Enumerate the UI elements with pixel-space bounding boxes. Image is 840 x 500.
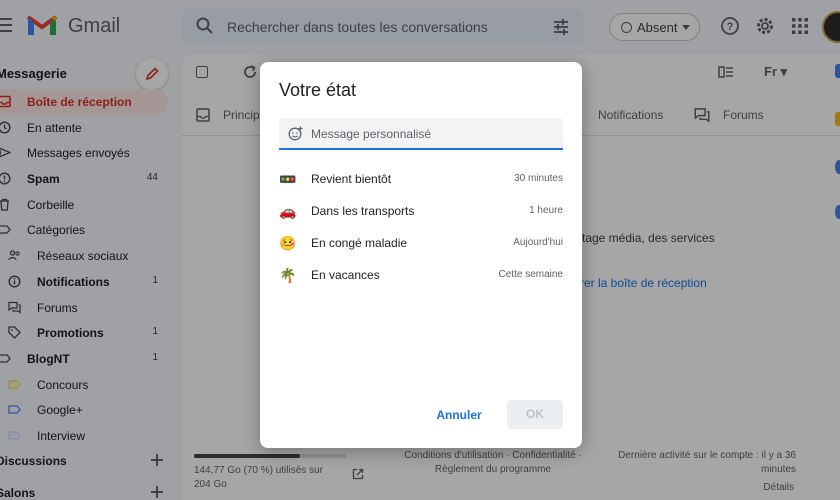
status-option-sick[interactable]: 🤒 En congé maladie Aujourd'hui [279,232,563,256]
status-option-label: Revient bientôt [311,172,392,186]
custom-message-input[interactable]: Message personnalisé [279,118,563,150]
custom-message-placeholder: Message personnalisé [311,127,432,141]
sick-face-icon: 🤒 [279,235,297,251]
status-option-back-soon[interactable]: 🚥 Revient bientôt 30 minutes [279,168,563,192]
status-option-label: En vacances [311,268,380,282]
status-option-duration: 30 minutes [514,173,563,184]
status-option-duration: 1 heure [529,205,563,216]
status-option-duration: Cette semaine [498,269,563,280]
cancel-button[interactable]: Annuler [430,401,488,429]
palm-tree-icon: 🌴 [279,267,297,283]
add-emoji-icon[interactable] [288,126,303,141]
status-option-vacation[interactable]: 🌴 En vacances Cette semaine [279,264,563,288]
traffic-light-icon: 🚥 [279,171,297,187]
dialog-title: Votre état [279,80,357,100]
status-option-commuting[interactable]: 🚗 Dans les transports 1 heure [279,200,563,224]
status-option-label: Dans les transports [311,204,415,218]
ok-button[interactable]: OK [507,400,563,429]
status-option-duration: Aujourd'hui [513,237,563,248]
status-option-label: En congé maladie [311,236,408,250]
car-icon: 🚗 [279,203,297,219]
status-dialog: Votre état Message personnalisé 🚥 Revien… [260,62,582,448]
